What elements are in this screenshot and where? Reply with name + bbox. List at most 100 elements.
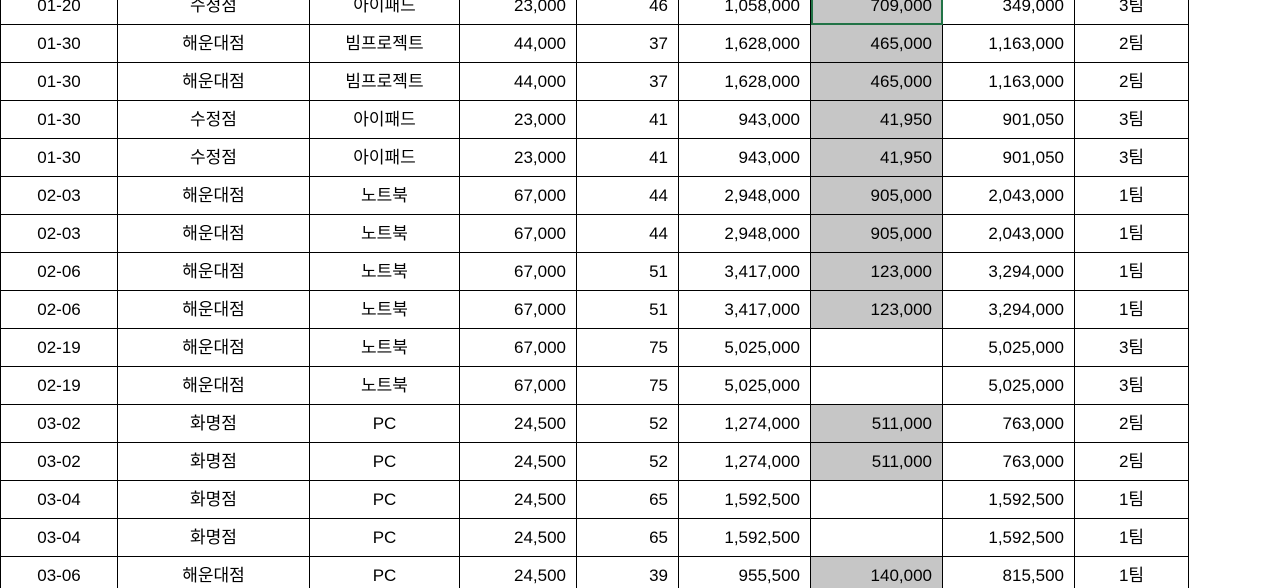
product-cell[interactable]: PC [309,518,460,557]
net-amount-cell[interactable]: 3,294,000 [942,252,1075,291]
unit-price-cell[interactable]: 24,500 [459,442,577,481]
product-cell[interactable]: PC [309,556,460,588]
date-cell[interactable]: 03-06 [0,556,118,588]
discount-cell[interactable] [810,518,943,557]
store-cell[interactable]: 수정점 [117,0,310,25]
store-cell[interactable]: 해운대점 [117,176,310,215]
team-cell[interactable]: 1팀 [1074,480,1189,519]
sales-amount-cell[interactable]: 2,948,000 [678,214,811,253]
product-cell[interactable]: 아이패드 [309,100,460,139]
store-cell[interactable]: 해운대점 [117,556,310,588]
sales-amount-cell[interactable]: 1,274,000 [678,442,811,481]
product-cell[interactable]: 빔프로젝트 [309,24,460,63]
net-amount-cell[interactable]: 763,000 [942,442,1075,481]
unit-price-cell[interactable]: 23,000 [459,0,577,25]
sales-amount-cell[interactable]: 1,592,500 [678,518,811,557]
team-cell[interactable]: 3팀 [1074,366,1189,405]
store-cell[interactable]: 수정점 [117,138,310,177]
quantity-cell[interactable]: 51 [576,252,679,291]
sales-amount-cell[interactable]: 943,000 [678,100,811,139]
store-cell[interactable]: 해운대점 [117,366,310,405]
store-cell[interactable]: 해운대점 [117,24,310,63]
net-amount-cell[interactable]: 1,163,000 [942,62,1075,101]
unit-price-cell[interactable]: 24,500 [459,518,577,557]
unit-price-cell[interactable]: 44,000 [459,62,577,101]
quantity-cell[interactable]: 44 [576,176,679,215]
product-cell[interactable]: PC [309,480,460,519]
net-amount-cell[interactable]: 1,592,500 [942,480,1075,519]
team-cell[interactable]: 3팀 [1074,328,1189,367]
unit-price-cell[interactable]: 67,000 [459,214,577,253]
net-amount-cell[interactable]: 2,043,000 [942,176,1075,215]
quantity-cell[interactable]: 65 [576,480,679,519]
date-cell[interactable]: 01-20 [0,0,118,25]
product-cell[interactable]: PC [309,442,460,481]
store-cell[interactable]: 화명점 [117,518,310,557]
net-amount-cell[interactable]: 901,050 [942,138,1075,177]
date-cell[interactable]: 02-19 [0,328,118,367]
team-cell[interactable]: 3팀 [1074,100,1189,139]
team-cell[interactable]: 2팀 [1074,62,1189,101]
date-cell[interactable]: 03-02 [0,442,118,481]
net-amount-cell[interactable]: 763,000 [942,404,1075,443]
product-cell[interactable]: 빔프로젝트 [309,62,460,101]
team-cell[interactable]: 1팀 [1074,518,1189,557]
net-amount-cell[interactable]: 1,163,000 [942,24,1075,63]
sales-amount-cell[interactable]: 5,025,000 [678,328,811,367]
store-cell[interactable]: 수정점 [117,100,310,139]
quantity-cell[interactable]: 37 [576,24,679,63]
team-cell[interactable]: 1팀 [1074,176,1189,215]
quantity-cell[interactable]: 39 [576,556,679,588]
date-cell[interactable]: 02-19 [0,366,118,405]
team-cell[interactable]: 3팀 [1074,138,1189,177]
quantity-cell[interactable]: 37 [576,62,679,101]
discount-cell[interactable]: 465,000 [810,24,943,63]
quantity-cell[interactable]: 46 [576,0,679,25]
net-amount-cell[interactable]: 1,592,500 [942,518,1075,557]
discount-cell[interactable]: 905,000 [810,176,943,215]
team-cell[interactable]: 2팀 [1074,24,1189,63]
product-cell[interactable]: 노트북 [309,290,460,329]
sales-amount-cell[interactable]: 1,274,000 [678,404,811,443]
unit-price-cell[interactable]: 24,500 [459,480,577,519]
sales-amount-cell[interactable]: 1,058,000 [678,0,811,25]
team-cell[interactable]: 1팀 [1074,290,1189,329]
discount-cell[interactable]: 905,000 [810,214,943,253]
unit-price-cell[interactable]: 67,000 [459,328,577,367]
net-amount-cell[interactable]: 2,043,000 [942,214,1075,253]
product-cell[interactable]: 아이패드 [309,0,460,25]
team-cell[interactable]: 2팀 [1074,442,1189,481]
sales-amount-cell[interactable]: 955,500 [678,556,811,588]
sales-amount-cell[interactable]: 5,025,000 [678,366,811,405]
date-cell[interactable]: 02-03 [0,214,118,253]
date-cell[interactable]: 02-06 [0,290,118,329]
store-cell[interactable]: 화명점 [117,480,310,519]
store-cell[interactable]: 화명점 [117,404,310,443]
store-cell[interactable]: 해운대점 [117,252,310,291]
date-cell[interactable]: 01-30 [0,62,118,101]
discount-cell[interactable]: 123,000 [810,290,943,329]
discount-cell[interactable]: 511,000 [810,442,943,481]
date-cell[interactable]: 02-06 [0,252,118,291]
unit-price-cell[interactable]: 23,000 [459,100,577,139]
net-amount-cell[interactable]: 901,050 [942,100,1075,139]
team-cell[interactable]: 3팀 [1074,0,1189,25]
sales-amount-cell[interactable]: 3,417,000 [678,290,811,329]
date-cell[interactable]: 01-30 [0,100,118,139]
date-cell[interactable]: 01-30 [0,138,118,177]
sales-amount-cell[interactable]: 1,592,500 [678,480,811,519]
discount-cell[interactable]: 123,000 [810,252,943,291]
store-cell[interactable]: 해운대점 [117,214,310,253]
date-cell[interactable]: 03-04 [0,480,118,519]
unit-price-cell[interactable]: 67,000 [459,252,577,291]
net-amount-cell[interactable]: 815,500 [942,556,1075,588]
store-cell[interactable]: 해운대점 [117,62,310,101]
quantity-cell[interactable]: 75 [576,328,679,367]
product-cell[interactable]: 아이패드 [309,138,460,177]
quantity-cell[interactable]: 65 [576,518,679,557]
sales-amount-cell[interactable]: 1,628,000 [678,62,811,101]
quantity-cell[interactable]: 41 [576,100,679,139]
date-cell[interactable]: 02-03 [0,176,118,215]
sales-amount-cell[interactable]: 2,948,000 [678,176,811,215]
unit-price-cell[interactable]: 23,000 [459,138,577,177]
